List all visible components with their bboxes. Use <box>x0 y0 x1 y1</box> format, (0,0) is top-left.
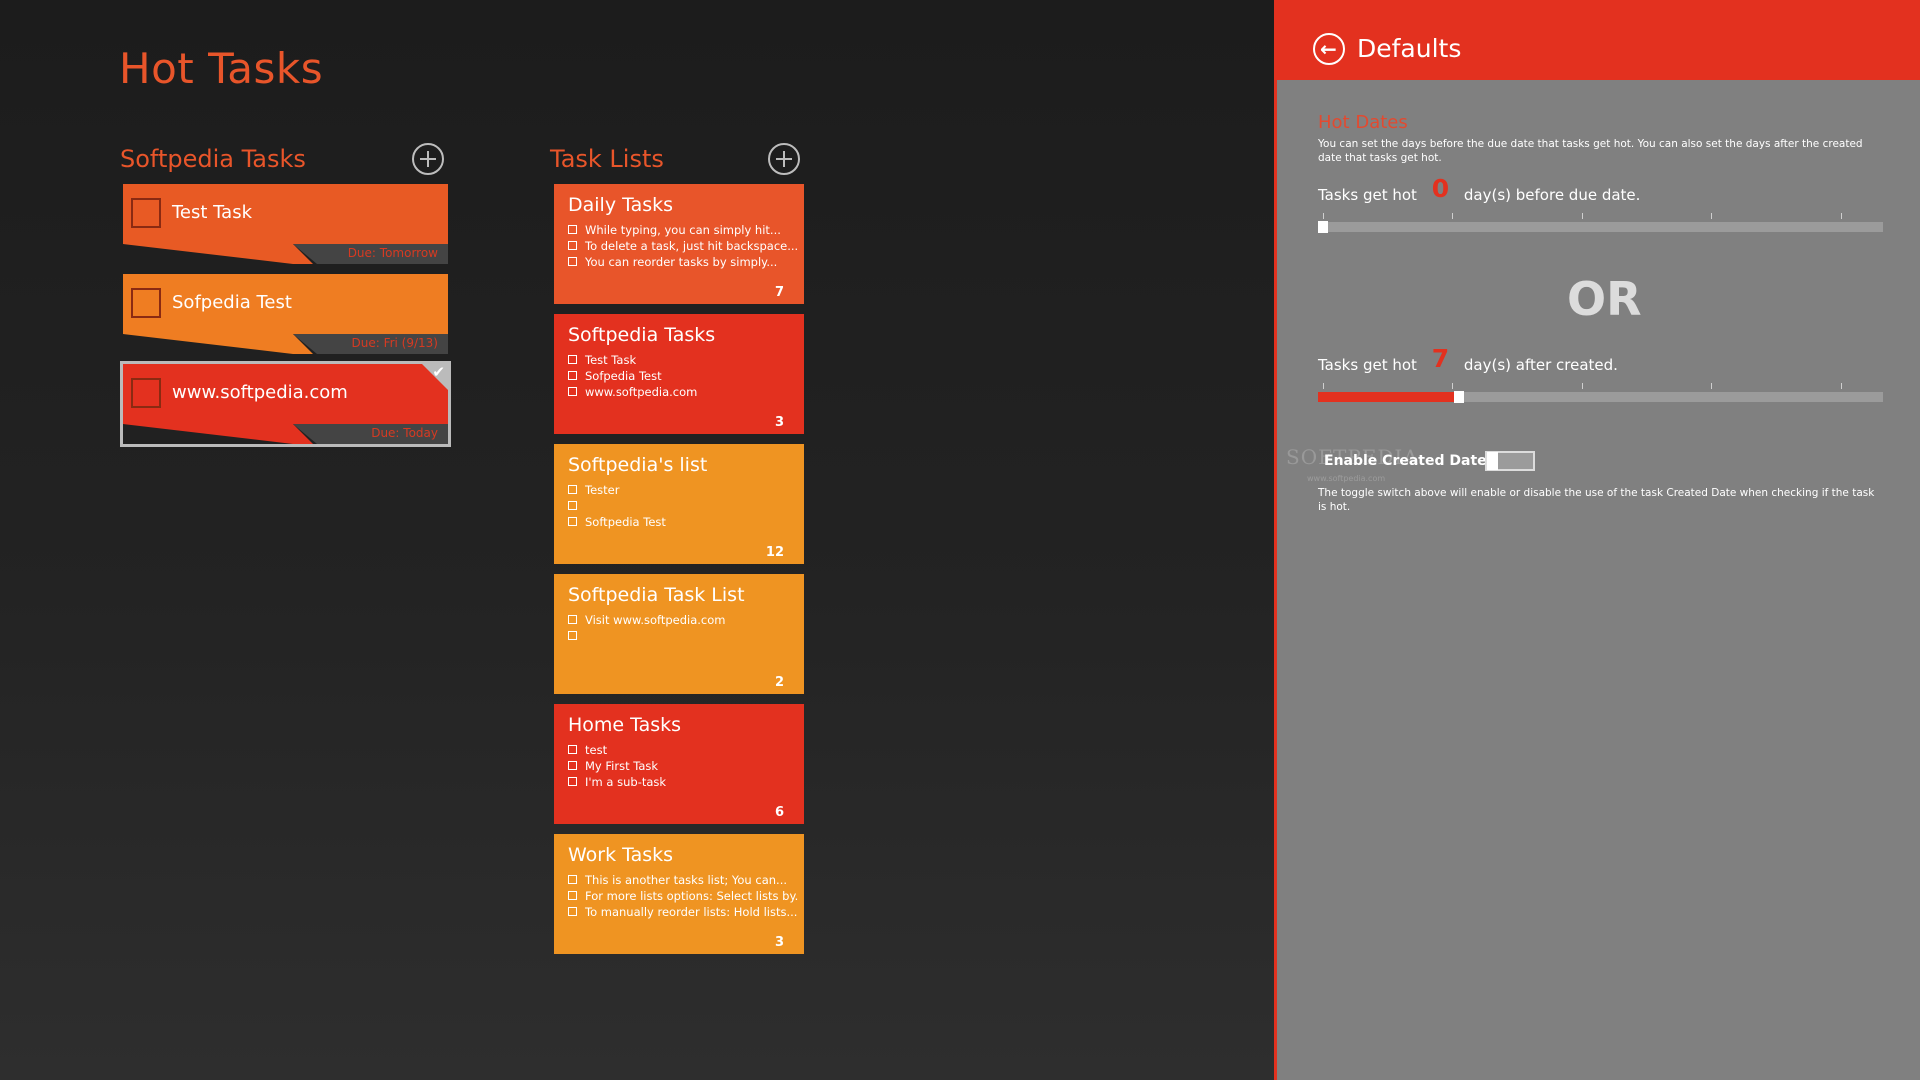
list-title: Softpedia's list <box>568 454 708 476</box>
list-title: Daily Tasks <box>568 194 674 216</box>
list-item: www.softpedia.com <box>568 384 798 400</box>
due-band: Due: Tomorrow <box>123 244 448 264</box>
checkbox-icon <box>568 241 577 250</box>
due-date: Due: Today <box>371 426 438 440</box>
hot-dates-heading: Hot Dates <box>1318 112 1408 133</box>
list-count: 2 <box>774 675 784 690</box>
list-item: I'm a sub-task <box>568 774 798 790</box>
list-item <box>568 498 798 514</box>
checkbox-icon <box>568 371 577 380</box>
list-item: Tester <box>568 482 798 498</box>
checkbox-icon <box>568 485 577 494</box>
list-title: Softpedia Task List <box>568 584 745 606</box>
due-band: Due: Today <box>123 424 448 444</box>
after-created-ticks <box>1318 383 1883 389</box>
list-title: Home Tasks <box>568 714 682 736</box>
task-label: www.softpedia.com <box>172 382 348 403</box>
list-tile[interactable]: Softpedia Task List Visit www.softpedia.… <box>554 574 804 694</box>
checkbox-icon <box>568 875 577 884</box>
task-item[interactable]: Test Task Due: Tomorrow <box>123 184 448 264</box>
list-item: Sofpedia Test <box>568 368 798 384</box>
list-item: This is another tasks list; You can... <box>568 872 798 888</box>
slider-thumb[interactable] <box>1454 391 1464 403</box>
enable-created-date-toggle[interactable] <box>1485 451 1535 471</box>
list-tile[interactable]: Softpedia's list Tester Softpedia Test 1… <box>554 444 804 564</box>
due-date: Due: Tomorrow <box>347 246 438 260</box>
list-item: You can reorder tasks by simply... <box>568 254 798 270</box>
checkbox-icon <box>568 891 577 900</box>
toggle-description: The toggle switch above will enable or d… <box>1318 487 1875 513</box>
task-checkbox[interactable] <box>131 378 161 408</box>
back-arrow-icon: ← <box>1320 37 1337 61</box>
checkbox-icon <box>568 745 577 754</box>
task-checkbox[interactable] <box>131 288 161 318</box>
task-item[interactable]: www.softpedia.com Due: Today ✔ <box>120 361 451 447</box>
after-created-slider[interactable] <box>1318 391 1883 403</box>
checkmark-icon: ✔ <box>432 363 445 381</box>
task-item[interactable]: Sofpedia Test Due: Fri (9/13) <box>123 274 448 354</box>
list-count: 7 <box>774 285 784 300</box>
list-item: My First Task <box>568 758 798 774</box>
checkbox-icon <box>568 761 577 770</box>
watermark-url: www.softpedia.com <box>1307 474 1386 483</box>
checkbox-icon <box>568 777 577 786</box>
list-item: While typing, you can simply hit... <box>568 222 798 238</box>
panel-header: ← Defaults <box>1277 0 1920 80</box>
list-title: Softpedia Tasks <box>568 324 716 346</box>
checkbox-icon <box>568 257 577 266</box>
list-tile[interactable]: Home Tasks test My First Task I'm a sub-… <box>554 704 804 824</box>
list-item: To manually reorder lists: Hold lists... <box>568 904 798 920</box>
toggle-label: Enable Created Date <box>1324 453 1487 469</box>
list-item: Visit www.softpedia.com <box>568 612 798 628</box>
hot-dates-description: You can set the days before the due date… <box>1318 138 1863 164</box>
defaults-panel: ← Defaults Hot Dates You can set the day… <box>1274 0 1920 1080</box>
before-due-slider[interactable] <box>1318 221 1883 233</box>
before-due-ticks <box>1318 213 1883 219</box>
list-item: For more lists options: Select lists by.… <box>568 888 798 904</box>
checkbox-icon <box>568 907 577 916</box>
back-button[interactable]: ← <box>1313 33 1345 65</box>
before-due-row: Tasks get hot 0 day(s) before due date. <box>1318 174 1641 204</box>
add-task-button[interactable] <box>412 143 444 175</box>
toggle-knob <box>1487 452 1498 470</box>
checkbox-icon <box>568 501 577 510</box>
tasks-section-title: Softpedia Tasks <box>120 145 306 173</box>
checkbox-icon <box>568 355 577 364</box>
after-created-value: 7 <box>1431 344 1450 373</box>
due-band: Due: Fri (9/13) <box>123 334 448 354</box>
list-count: 3 <box>774 415 784 430</box>
add-list-button[interactable] <box>768 143 800 175</box>
slider-thumb[interactable] <box>1318 221 1328 233</box>
or-divider: OR <box>1567 272 1642 326</box>
lists-section-title: Task Lists <box>550 145 664 173</box>
checkbox-icon <box>568 631 577 640</box>
list-title: Work Tasks <box>568 844 674 866</box>
list-item: To delete a task, just hit backspace... <box>568 238 798 254</box>
list-count: 6 <box>774 805 784 820</box>
task-label: Sofpedia Test <box>172 292 292 313</box>
checkbox-icon <box>568 615 577 624</box>
list-item <box>568 628 798 644</box>
after-created-row: Tasks get hot 7 day(s) after created. <box>1318 344 1618 374</box>
app-title: Hot Tasks <box>119 44 324 93</box>
list-item: test <box>568 742 798 758</box>
before-due-value: 0 <box>1431 174 1450 203</box>
list-tile[interactable]: Work Tasks This is another tasks list; Y… <box>554 834 804 954</box>
list-count: 12 <box>765 545 784 560</box>
checkbox-icon <box>568 387 577 396</box>
due-date: Due: Fri (9/13) <box>351 336 438 350</box>
panel-title: Defaults <box>1357 34 1462 63</box>
list-count: 3 <box>774 935 784 950</box>
checkbox-icon <box>568 225 577 234</box>
list-item: Softpedia Test <box>568 514 798 530</box>
checkbox-icon <box>568 517 577 526</box>
list-tile[interactable]: Daily Tasks While typing, you can simply… <box>554 184 804 304</box>
task-label: Test Task <box>172 202 253 223</box>
list-tile[interactable]: Softpedia Tasks Test Task Sofpedia Test … <box>554 314 804 434</box>
list-item: Test Task <box>568 352 798 368</box>
task-checkbox[interactable] <box>131 198 161 228</box>
